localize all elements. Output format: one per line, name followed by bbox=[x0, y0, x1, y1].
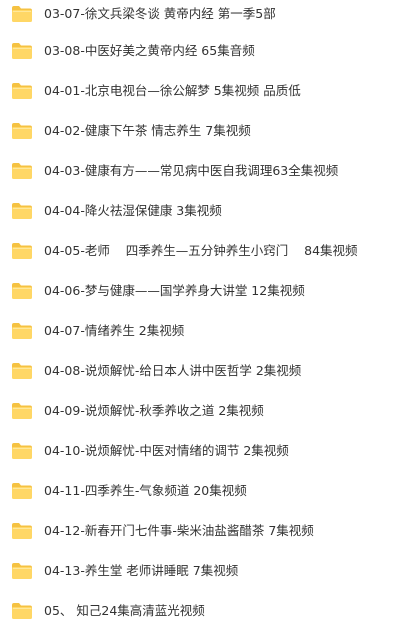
folder-row[interactable]: 04-13-养生堂 老师讲睡眠 7集视频 bbox=[0, 555, 407, 587]
folder-name: 04-13-养生堂 老师讲睡眠 7集视频 bbox=[44, 563, 239, 578]
folder-icon bbox=[12, 363, 32, 379]
folder-icon bbox=[12, 163, 32, 179]
folder-row[interactable]: 04-10-说烦解忧-中医对情绪的调节 2集视频 bbox=[0, 435, 407, 467]
folder-name: 04-07-情绪养生 2集视频 bbox=[44, 323, 185, 338]
folder-row[interactable]: 04-05-老师 四季养生—五分钟养生小窍门 84集视频 bbox=[0, 235, 407, 267]
folder-name: 04-08-说烦解忧-给日本人讲中医哲学 2集视频 bbox=[44, 363, 302, 378]
folder-icon bbox=[12, 403, 32, 419]
folder-row[interactable]: 04-01-北京电视台—徐公解梦 5集视频 品质低 bbox=[0, 75, 407, 107]
folder-row[interactable]: 04-04-降火祛湿保健康 3集视频 bbox=[0, 195, 407, 227]
folder-row[interactable]: 04-03-健康有方——常见病中医自我调理63全集视频 bbox=[0, 155, 407, 187]
folder-name: 04-02-健康下午茶 情志养生 7集视频 bbox=[44, 123, 251, 138]
folder-row[interactable]: 05、 知己24集高清蓝光视频 bbox=[0, 595, 407, 621]
folder-name: 04-03-健康有方——常见病中医自我调理63全集视频 bbox=[44, 163, 339, 178]
folder-row[interactable]: 04-06-梦与健康——国学养身大讲堂 12集视频 bbox=[0, 275, 407, 307]
folder-icon bbox=[12, 483, 32, 499]
folder-row[interactable]: 03-07-徐文兵梁冬谈 黄帝内经 第一季5部 bbox=[0, 0, 407, 30]
folder-row[interactable]: 04-11-四季养生-气象频道 20集视频 bbox=[0, 475, 407, 507]
folder-name: 04-09-说烦解忧-秋季养收之道 2集视频 bbox=[44, 403, 264, 418]
folder-icon bbox=[12, 43, 32, 59]
folder-list: 03-07-徐文兵梁冬谈 黄帝内经 第一季5部 03-08-中医好美之黄帝内经 6… bbox=[0, 0, 407, 621]
folder-icon bbox=[12, 83, 32, 99]
folder-row[interactable]: 04-09-说烦解忧-秋季养收之道 2集视频 bbox=[0, 395, 407, 427]
folder-icon bbox=[12, 603, 32, 619]
folder-name: 04-05-老师 四季养生—五分钟养生小窍门 84集视频 bbox=[44, 243, 358, 258]
folder-icon bbox=[12, 443, 32, 459]
folder-row[interactable]: 04-08-说烦解忧-给日本人讲中医哲学 2集视频 bbox=[0, 355, 407, 387]
folder-name: 04-11-四季养生-气象频道 20集视频 bbox=[44, 483, 247, 498]
folder-icon bbox=[12, 123, 32, 139]
folder-row[interactable]: 04-12-新春开门七件事-柴米油盐酱醋茶 7集视频 bbox=[0, 515, 407, 547]
folder-name: 04-06-梦与健康——国学养身大讲堂 12集视频 bbox=[44, 283, 305, 298]
folder-name: 05、 知己24集高清蓝光视频 bbox=[44, 603, 205, 618]
folder-row[interactable]: 04-07-情绪养生 2集视频 bbox=[0, 315, 407, 347]
folder-name: 03-08-中医好美之黄帝内经 65集音频 bbox=[44, 43, 255, 58]
folder-icon bbox=[12, 523, 32, 539]
folder-name: 04-10-说烦解忧-中医对情绪的调节 2集视频 bbox=[44, 443, 289, 458]
folder-icon bbox=[12, 283, 32, 299]
folder-icon bbox=[12, 203, 32, 219]
folder-icon bbox=[12, 243, 32, 259]
folder-name: 04-01-北京电视台—徐公解梦 5集视频 品质低 bbox=[44, 83, 301, 98]
folder-row[interactable]: 03-08-中医好美之黄帝内经 65集音频 bbox=[0, 35, 407, 67]
folder-icon bbox=[12, 563, 32, 579]
folder-name: 04-04-降火祛湿保健康 3集视频 bbox=[44, 203, 222, 218]
folder-name: 03-07-徐文兵梁冬谈 黄帝内经 第一季5部 bbox=[44, 6, 276, 21]
folder-icon bbox=[12, 6, 32, 22]
folder-icon bbox=[12, 323, 32, 339]
folder-row[interactable]: 04-02-健康下午茶 情志养生 7集视频 bbox=[0, 115, 407, 147]
folder-name: 04-12-新春开门七件事-柴米油盐酱醋茶 7集视频 bbox=[44, 523, 314, 538]
